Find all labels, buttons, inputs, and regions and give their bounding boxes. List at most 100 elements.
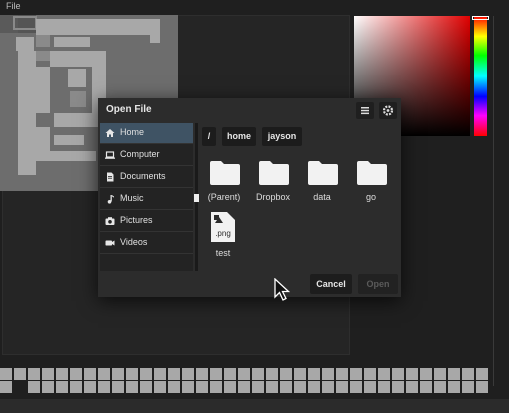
sidebar-item-videos[interactable]: Videos [100,233,193,254]
palette-swatch[interactable] [210,381,222,393]
palette-swatch[interactable] [252,368,264,380]
sidebar-item-home[interactable]: Home [100,123,193,144]
palette-swatch[interactable] [140,381,152,393]
folder-icon [357,161,387,185]
palette-swatch[interactable] [84,368,96,380]
palette-swatch[interactable] [462,368,474,380]
palette-swatch[interactable] [280,381,292,393]
palette-swatch[interactable] [350,381,362,393]
palette-swatch[interactable] [266,381,278,393]
palette-swatch[interactable] [0,381,12,393]
palette-swatch[interactable] [238,368,250,380]
file-menu[interactable]: File [6,0,21,12]
palette-swatch[interactable] [448,381,460,393]
palette-swatch[interactable] [70,381,82,393]
palette-swatch[interactable] [294,381,306,393]
palette-swatch[interactable] [392,368,404,380]
palette-swatch[interactable] [196,381,208,393]
palette-swatch[interactable] [392,381,404,393]
hue-slider[interactable] [474,16,487,136]
sidebar-item-label: Music [120,193,144,203]
palette-swatch[interactable] [476,381,488,393]
sidebar-item-documents[interactable]: Documents [100,167,193,188]
palette-swatch[interactable] [420,368,432,380]
breadcrumb-jayson[interactable]: jayson [262,127,302,146]
palette-swatch[interactable] [308,368,320,380]
breadcrumb-home[interactable]: home [222,127,256,146]
palette-swatch[interactable] [112,368,124,380]
palette-swatch[interactable] [336,368,348,380]
list-icon [361,107,369,115]
palette-swatch[interactable] [308,381,320,393]
palette-swatch[interactable] [406,381,418,393]
palette-swatch[interactable] [462,381,474,393]
palette-swatch[interactable] [154,381,166,393]
palette-swatch[interactable] [280,368,292,380]
palette-swatch[interactable] [28,381,40,393]
panel-divider [493,16,494,386]
home-icon [105,129,115,137]
cancel-button[interactable]: Cancel [310,274,352,294]
palette-swatch[interactable] [350,368,362,380]
palette-swatch[interactable] [266,368,278,380]
palette-swatch[interactable] [0,368,12,380]
palette-swatch[interactable] [168,381,180,393]
palette-swatch[interactable] [364,381,376,393]
palette-swatch[interactable] [434,368,446,380]
palette-swatch[interactable] [196,368,208,380]
palette-swatch[interactable] [182,368,194,380]
palette-swatch[interactable] [28,368,40,380]
palette-swatch[interactable] [126,381,138,393]
palette-swatch[interactable] [420,381,432,393]
image-file-icon: .png [211,212,235,242]
list-view-button[interactable] [356,102,374,119]
palette-swatch[interactable] [42,381,54,393]
settings-button[interactable] [379,102,397,119]
palette-swatch[interactable] [168,368,180,380]
dialog-header: Open File [98,98,401,123]
palette-swatch[interactable] [224,381,236,393]
palette-swatch[interactable] [140,368,152,380]
open-file-dialog: Open File Home Computer Documents Music … [98,98,401,297]
palette-swatch[interactable] [224,368,236,380]
palette-swatch[interactable] [252,381,264,393]
palette-swatch[interactable] [448,368,460,380]
palette-swatch[interactable] [126,368,138,380]
palette-swatch[interactable] [98,368,110,380]
sidebar-item-computer[interactable]: Computer [100,145,193,166]
mouse-cursor-icon [274,278,290,301]
palette-swatch[interactable] [476,368,488,380]
palette-swatch[interactable] [238,381,250,393]
sidebar-item-music[interactable]: Music [100,189,193,210]
palette-swatch[interactable] [42,368,54,380]
breadcrumb-root[interactable]: / [202,127,216,146]
palette-swatch[interactable] [364,368,376,380]
palette-swatch[interactable] [322,381,334,393]
palette-swatch[interactable] [434,381,446,393]
sidebar-item-pictures[interactable]: Pictures [100,211,193,232]
open-button[interactable]: Open [358,274,398,294]
palette-swatch[interactable] [70,368,82,380]
hue-slider-handle[interactable] [472,16,489,20]
palette-swatch[interactable] [378,381,390,393]
palette-swatch[interactable] [378,368,390,380]
palette-swatch[interactable] [406,368,418,380]
palette-swatch[interactable] [98,381,110,393]
music-icon [107,195,114,204]
sidebar-item-label: Videos [120,237,148,247]
palette-swatch[interactable] [294,368,306,380]
file-item-test[interactable]: .png [210,211,236,243]
palette-swatch[interactable] [56,381,68,393]
palette-swatch[interactable] [84,381,96,393]
palette-swatch[interactable] [322,368,334,380]
sidebar-scrollbar-thumb[interactable] [194,194,199,202]
palette-swatch[interactable] [112,381,124,393]
laptop-icon [105,151,115,159]
palette-swatch[interactable] [14,368,26,380]
palette-swatch[interactable] [154,368,166,380]
palette-swatch[interactable] [210,368,222,380]
palette-swatch[interactable] [336,381,348,393]
palette-swatch[interactable] [56,368,68,380]
video-icon [105,240,115,246]
palette-swatch[interactable] [182,381,194,393]
